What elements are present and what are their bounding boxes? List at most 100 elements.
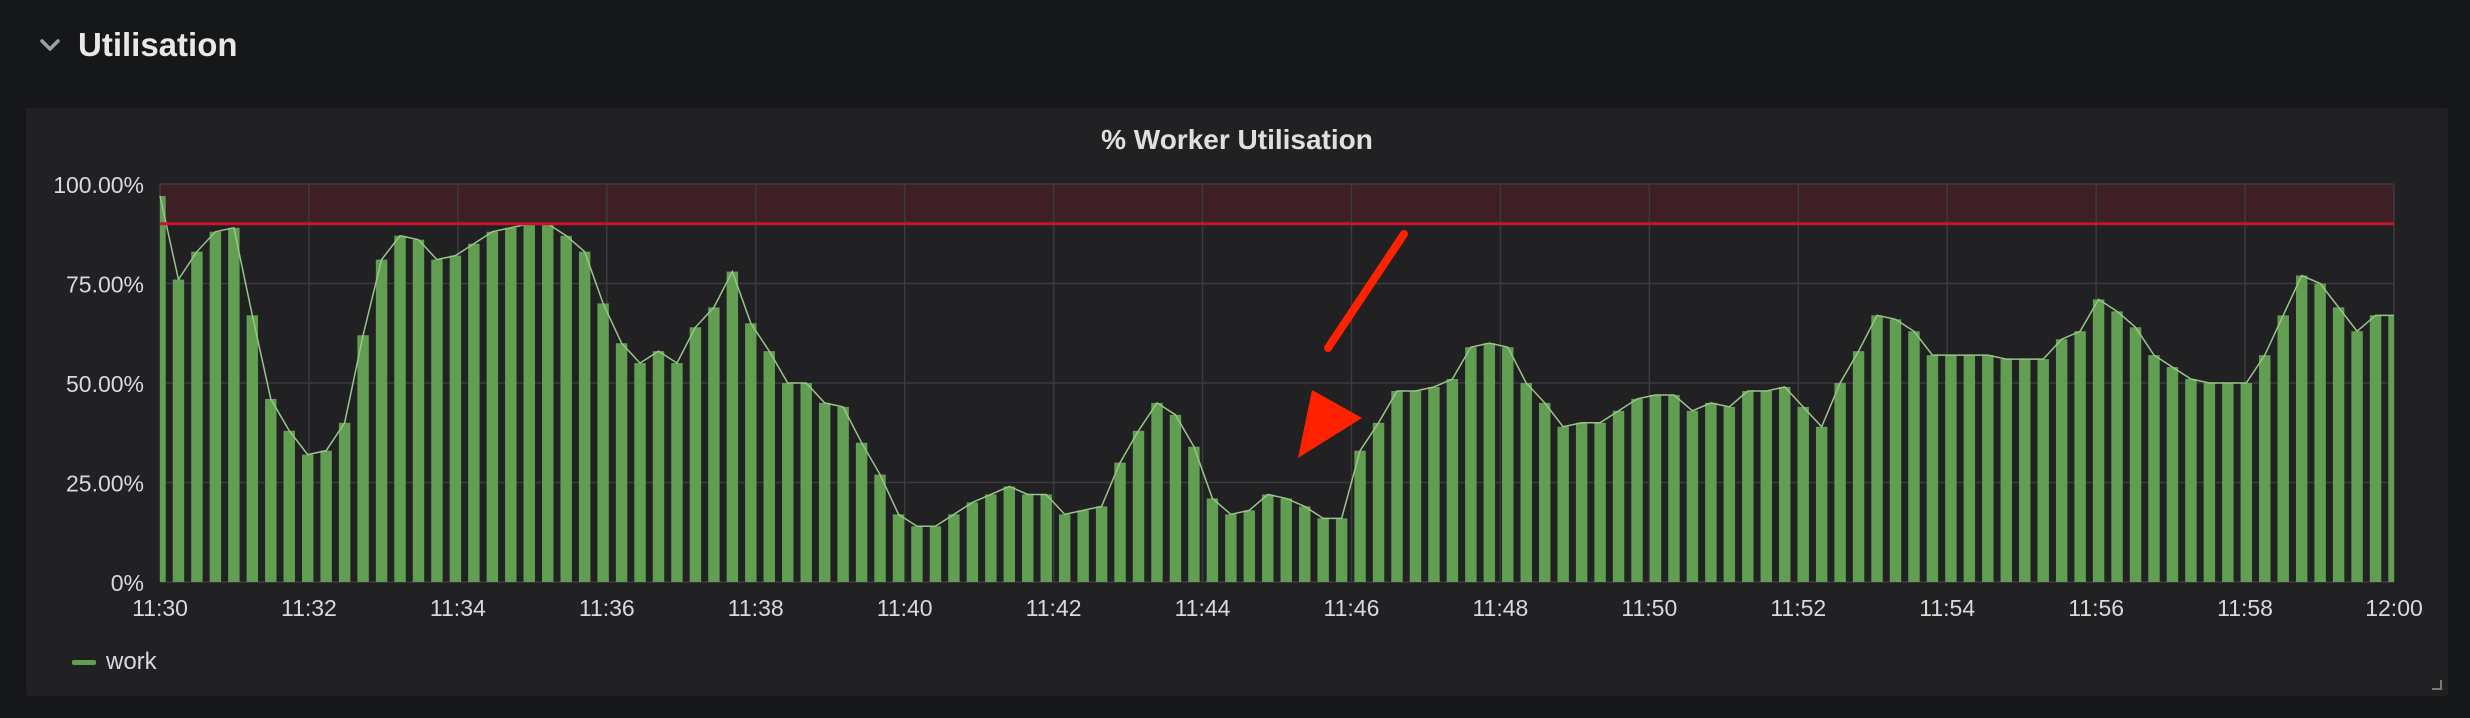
bar-work: [855, 442, 868, 582]
bar-work: [160, 195, 166, 582]
bar-work: [2314, 283, 2326, 582]
row-header[interactable]: Utilisation: [36, 26, 238, 64]
x-tick-label: 11:54: [1919, 595, 1975, 621]
bar-work: [1169, 414, 1182, 582]
bar-work: [689, 327, 702, 582]
bar-work: [228, 227, 240, 582]
bar-work: [1502, 347, 1514, 582]
bar-work: [652, 351, 665, 582]
bar-work: [2166, 367, 2179, 582]
bar-work: [2332, 307, 2345, 582]
bar-work: [1982, 355, 1994, 582]
annotation-arrow-head: [1298, 390, 1362, 458]
bar-work: [320, 450, 332, 582]
y-tick-label: 25.00%: [66, 471, 144, 497]
bar-work: [1335, 518, 1348, 582]
bar-work: [782, 383, 794, 582]
bar-work: [1612, 410, 1625, 582]
y-tick-label: 100.00%: [53, 172, 144, 198]
bar-work: [948, 514, 960, 582]
bar-work: [1280, 498, 1292, 582]
bar-work: [837, 406, 849, 582]
x-tick-label: 11:38: [728, 595, 784, 621]
bar-work: [1779, 386, 1791, 582]
bar-work: [2351, 331, 2363, 582]
x-tick-label: 11:44: [1175, 595, 1231, 621]
bar-work: [578, 251, 591, 582]
x-tick-label: 11:34: [430, 595, 486, 621]
bar-work: [2037, 359, 2049, 582]
bar-work: [1391, 390, 1403, 582]
bar-work: [2129, 327, 2142, 582]
bar-work: [412, 239, 425, 582]
x-tick-label: 11:52: [1770, 595, 1826, 621]
x-tick-label: 12:00: [2365, 595, 2423, 621]
legend-swatch-work: [72, 659, 96, 665]
x-tick-label: 11:46: [1324, 595, 1380, 621]
panel-resize-handle[interactable]: [2432, 680, 2442, 690]
bar-work: [1668, 394, 1680, 582]
bar-work: [541, 223, 554, 583]
bar-work: [1428, 386, 1440, 582]
x-tick-label: 11:32: [281, 595, 337, 621]
row-title: Utilisation: [78, 26, 238, 63]
bar-work: [1631, 398, 1643, 582]
annotation-arrow-shaft: [1324, 230, 1408, 352]
bar-work: [1114, 462, 1126, 582]
bar-work: [431, 259, 443, 582]
y-tick-label: 0%: [111, 570, 144, 596]
legend-label-work[interactable]: work: [106, 648, 157, 676]
bar-work: [1594, 422, 1606, 582]
bar-work: [2203, 383, 2216, 582]
bar-work: [615, 343, 628, 582]
bar-work: [505, 227, 517, 582]
bar-work: [874, 474, 886, 582]
chevron-down-icon[interactable]: [36, 31, 64, 59]
bar-work: [1649, 394, 1662, 582]
bar-work: [246, 315, 259, 582]
bar-work: [1058, 514, 1071, 582]
bar-work: [191, 251, 203, 582]
bar-work: [449, 255, 462, 582]
bar-work: [966, 502, 979, 582]
bar-work: [209, 231, 222, 582]
bar-work: [2259, 355, 2271, 582]
bar-work: [1686, 410, 1699, 582]
bar-work: [1945, 355, 1957, 582]
bar-work: [1206, 498, 1219, 582]
bar-work: [1871, 315, 1883, 582]
bar-work: [2111, 311, 2123, 582]
bar-work: [1151, 402, 1163, 582]
bar-work: [1963, 355, 1976, 582]
bar-work: [726, 271, 739, 582]
x-tick-label: 11:56: [2068, 595, 2124, 621]
bar-work: [1243, 510, 1256, 582]
bar-work: [1815, 426, 1828, 582]
bar-work: [1095, 506, 1108, 582]
bar-work: [1797, 406, 1809, 582]
bar-work: [375, 259, 388, 582]
x-tick-label: 11:42: [1026, 595, 1082, 621]
bar-work: [265, 398, 277, 582]
x-tick-label: 11:30: [132, 595, 188, 621]
bar-work: [1557, 426, 1569, 582]
bar-work: [1372, 422, 1385, 582]
bar-work: [2369, 315, 2382, 582]
bar-work: [911, 526, 923, 582]
bar-work: [1040, 494, 1052, 582]
bar-work: [2240, 383, 2253, 582]
bar-work: [283, 430, 295, 582]
bar-work: [357, 335, 369, 582]
bar-work: [486, 231, 499, 582]
bar-work: [1262, 494, 1274, 582]
bar-work: [1225, 514, 1237, 582]
bar-work: [1446, 379, 1459, 582]
bar-work: [1132, 430, 1145, 582]
bar-work: [394, 235, 406, 582]
bar-work: [338, 422, 351, 582]
bar-work: [1742, 390, 1754, 582]
x-tick-label: 11:48: [1472, 595, 1528, 621]
bar-work: [708, 307, 720, 582]
bar-work: [818, 402, 831, 582]
bar-work: [2388, 315, 2394, 582]
